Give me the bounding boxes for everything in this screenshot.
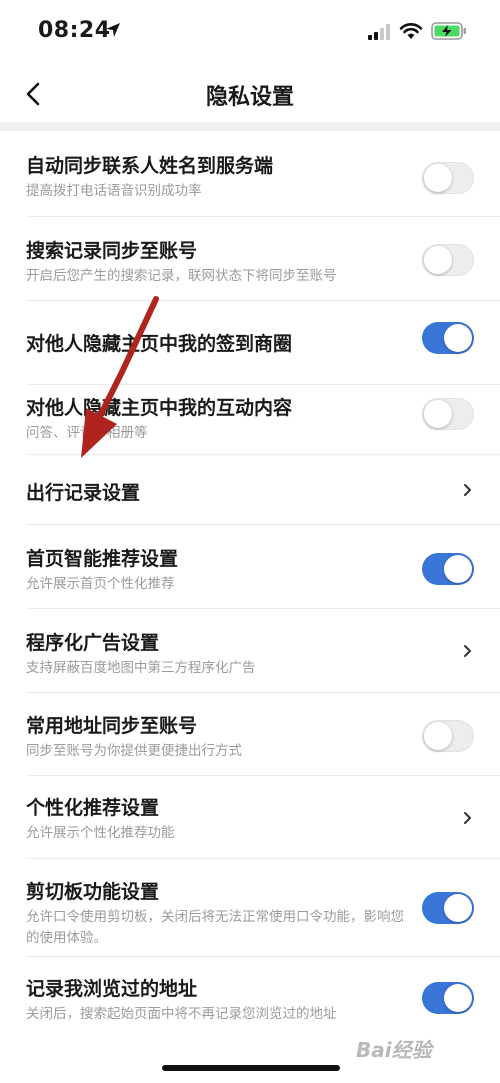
setting-subtitle: 关闭后，搜索起始页面中将不再记录您浏览过的地址: [26, 1006, 337, 1022]
chevron-right-icon: [464, 812, 471, 824]
setting-row-browsed-addresses[interactable]: 记录我浏览过的地址 关闭后，搜索起始页面中将不再记录您浏览过的地址: [0, 957, 500, 1041]
toggle-switch[interactable]: [422, 553, 474, 585]
toggle-switch[interactable]: [422, 892, 474, 924]
setting-row-sync-contacts[interactable]: 自动同步联系人姓名到服务端 提高拨打电话语音识别成功率: [0, 131, 500, 217]
setting-row-address-sync[interactable]: 常用地址同步至账号 同步至账号为你提供更便捷出行方式: [0, 693, 500, 776]
page-title: 隐私设置: [205, 85, 294, 110]
toggle-knob: [444, 324, 472, 352]
setting-title: 记录我浏览过的地址: [26, 978, 198, 1000]
toggle-switch[interactable]: [422, 398, 474, 430]
home-indicator: [162, 1065, 340, 1071]
battery-charging-icon: [431, 22, 466, 40]
status-time: 08:24: [38, 18, 111, 43]
setting-row-search-history-sync[interactable]: 搜索记录同步至账号 开启后您产生的搜索记录，联网状态下将同步至账号: [0, 217, 500, 301]
setting-title: 出行记录设置: [26, 482, 141, 504]
setting-row-travel-records[interactable]: 出行记录设置: [0, 455, 500, 525]
setting-subtitle: 问答、评论、相册等: [26, 425, 148, 441]
toggle-knob: [424, 164, 452, 192]
chevron-right-icon: [464, 484, 471, 496]
nav-bar: 隐私设置: [0, 66, 500, 122]
setting-subtitle: 允许展示个性化推荐功能: [26, 825, 175, 841]
toggle-knob: [424, 246, 452, 274]
setting-row-hide-interactions[interactable]: 对他人隐藏主页中我的互动内容 问答、评论、相册等: [0, 385, 500, 455]
toggle-knob: [424, 400, 452, 428]
toggle-knob: [444, 984, 472, 1012]
setting-title: 常用地址同步至账号: [26, 715, 198, 737]
setting-title: 剪切板功能设置: [26, 881, 160, 903]
setting-title: 首页智能推荐设置: [26, 548, 179, 570]
setting-subtitle: 支持屏蔽百度地图中第三方程序化广告: [26, 660, 256, 676]
toggle-knob: [424, 722, 452, 750]
toggle-knob: [444, 894, 472, 922]
signal-bars-icon: [368, 24, 390, 40]
setting-title: 个性化推荐设置: [26, 797, 160, 819]
toggle-switch[interactable]: [422, 162, 474, 194]
toggle-switch[interactable]: [422, 322, 474, 354]
setting-row-clipboard[interactable]: 剪切板功能设置 允许口令使用剪切板，关闭后将无法正常使用口令功能，影响您的使用体…: [0, 859, 500, 957]
setting-subtitle: 同步至账号为你提供更便捷出行方式: [26, 743, 242, 759]
setting-subtitle: 允许展示首页个性化推荐: [26, 576, 175, 592]
toggle-switch[interactable]: [422, 982, 474, 1014]
setting-title: 对他人隐藏主页中我的签到商圈: [26, 333, 293, 355]
setting-row-programmatic-ads[interactable]: 程序化广告设置 支持屏蔽百度地图中第三方程序化广告: [0, 609, 500, 693]
setting-title: 程序化广告设置: [26, 632, 160, 654]
setting-row-personalized-recommend[interactable]: 个性化推荐设置 允许展示个性化推荐功能: [0, 776, 500, 859]
toggle-switch[interactable]: [422, 244, 474, 276]
setting-subtitle: 允许口令使用剪切板，关闭后将无法正常使用口令功能，影响您的使用体验。: [26, 909, 404, 946]
chevron-right-icon: [464, 645, 471, 657]
location-arrow-icon: [106, 23, 120, 37]
setting-title: 搜索记录同步至账号: [26, 240, 198, 262]
setting-subtitle: 开启后您产生的搜索记录，联网状态下将同步至账号: [26, 268, 337, 284]
toggle-knob: [444, 555, 472, 583]
setting-title: 自动同步联系人姓名到服务端: [26, 155, 274, 177]
status-bar: 08:24: [0, 0, 500, 66]
watermark: Bai经验: [356, 1038, 432, 1062]
wifi-icon: [399, 23, 423, 39]
setting-title: 对他人隐藏主页中我的互动内容: [26, 397, 293, 419]
toggle-switch[interactable]: [422, 720, 474, 752]
setting-row-home-recommend[interactable]: 首页智能推荐设置 允许展示首页个性化推荐: [0, 525, 500, 609]
setting-subtitle: 提高拨打电话语音识别成功率: [26, 183, 202, 199]
setting-row-hide-checkin[interactable]: 对他人隐藏主页中我的签到商圈: [0, 301, 500, 385]
header-divider: [0, 122, 500, 131]
